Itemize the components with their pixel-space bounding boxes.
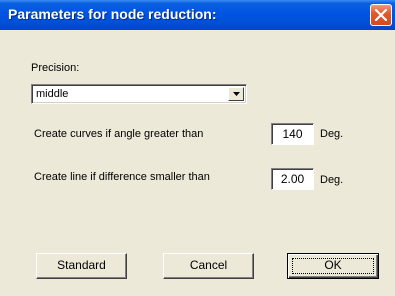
precision-select[interactable]: middle: [31, 84, 247, 104]
line-difference-input[interactable]: 2.00: [271, 168, 314, 190]
dialog-window: Parameters for node reduction: Precision…: [0, 0, 395, 296]
close-button[interactable]: [370, 4, 392, 26]
ok-button[interactable]: OK: [287, 253, 379, 279]
close-icon: [375, 9, 387, 21]
dropdown-button[interactable]: [228, 87, 244, 101]
line-difference-unit: Deg.: [320, 174, 344, 186]
standard-button[interactable]: Standard: [36, 253, 127, 279]
chevron-down-icon: [233, 92, 240, 96]
curves-angle-unit: Deg.: [320, 128, 344, 140]
line-difference-label: Create line if difference smaller than: [34, 171, 210, 183]
focus-rectangle: [292, 258, 374, 274]
precision-selected-value: middle: [36, 88, 69, 100]
title-bar[interactable]: Parameters for node reduction:: [0, 0, 395, 30]
cancel-button[interactable]: Cancel: [163, 253, 254, 279]
curves-angle-input[interactable]: 140: [271, 123, 314, 145]
curves-angle-label: Create curves if angle greater than: [34, 128, 204, 140]
precision-label: Precision:: [31, 62, 80, 74]
dialog-title: Parameters for node reduction:: [8, 6, 217, 22]
